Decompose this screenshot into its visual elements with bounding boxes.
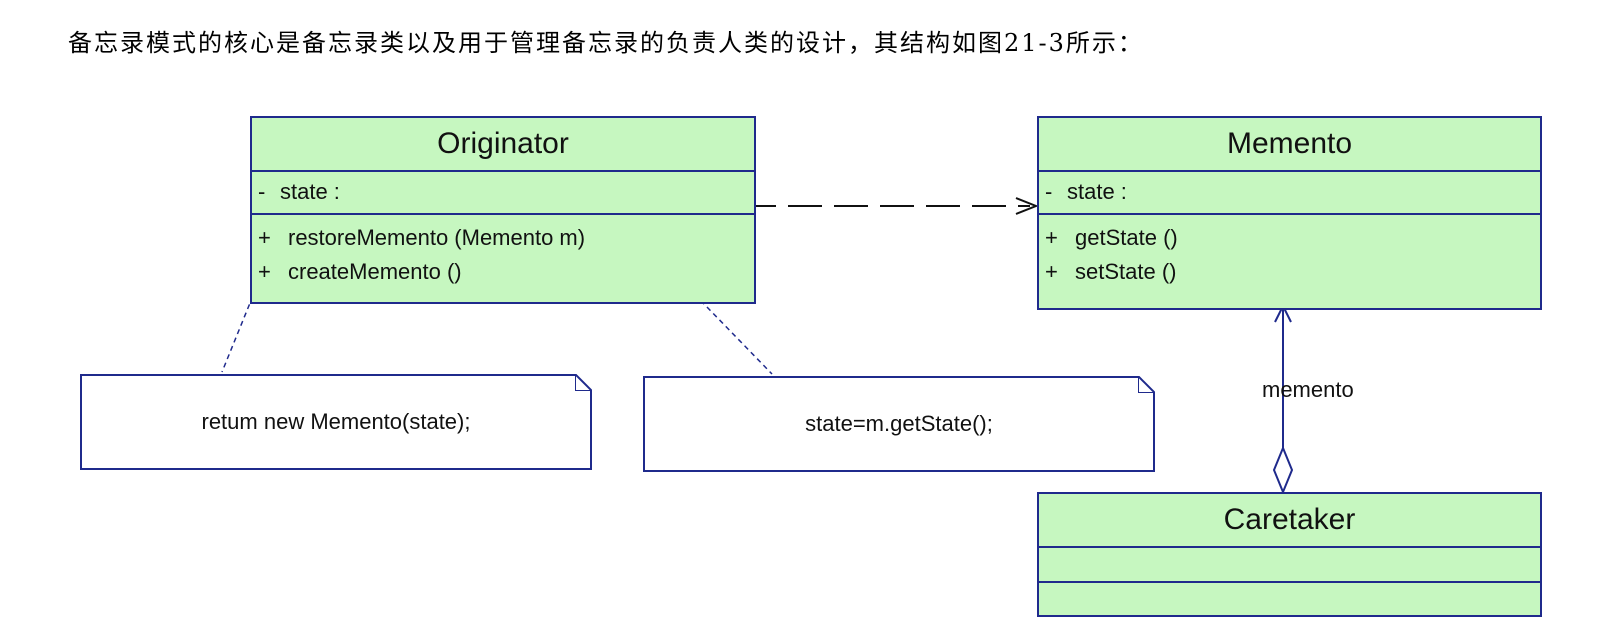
caretaker-class-name: Caretaker [1039,494,1540,548]
originator-class: Originator - state : + restoreMemento (Mem… [250,116,756,304]
note-fold-icon [575,374,592,391]
operation-visibility: + [258,259,271,284]
originator-attributes: - state : [252,172,754,215]
memento-class-name: Memento [1039,118,1540,172]
memento-operations: + getState () + setState () [1039,215,1540,289]
operation-get-state: getState () [1075,225,1178,250]
aggregation-role-label: memento [1262,377,1354,402]
operation-row: + createMemento () [258,255,754,289]
operation-set-state: setState () [1075,259,1177,284]
caretaker-class: Caretaker [1037,492,1542,617]
memento-class: Memento - state : + getState () + setState … [1037,116,1542,310]
attribute-visibility: - [1045,179,1053,204]
originator-class-name: Originator [252,118,754,172]
attribute-state: state : [1067,179,1127,204]
operation-row: + restoreMemento (Memento m) [258,221,754,255]
operation-row: + getState () [1045,221,1540,255]
dependency-arrowhead [1015,197,1039,215]
note-restore-memento: state=m.getState(); [643,376,1155,472]
attribute-visibility: - [258,179,266,204]
caretaker-attributes [1039,548,1540,583]
note-text: retum new Memento(state); [201,409,471,434]
originator-operations: + restoreMemento (Memento m) + createMemen… [252,215,754,289]
attribute-state: state : [280,179,340,204]
operation-visibility: + [1045,259,1058,284]
note-fold-icon [1138,376,1155,393]
note-create-memento: retum new Memento(state); [80,374,592,470]
operation-visibility: + [1045,225,1058,250]
operation-create-memento: createMemento () [288,259,462,284]
intro-paragraph: 备忘录模式的核心是备忘录类以及用于管理备忘录的负责人类的设计，其结构如图21-3… [68,29,1144,57]
operation-row: + setState () [1045,255,1540,289]
caretaker-operations [1039,583,1540,615]
operation-restore-memento: restoreMemento (Memento m) [288,225,586,250]
aggregation-diamond [1272,445,1294,495]
note-text: state=m.getState(); [805,411,993,436]
operation-visibility: + [258,225,271,250]
memento-attributes: - state : [1039,172,1540,215]
